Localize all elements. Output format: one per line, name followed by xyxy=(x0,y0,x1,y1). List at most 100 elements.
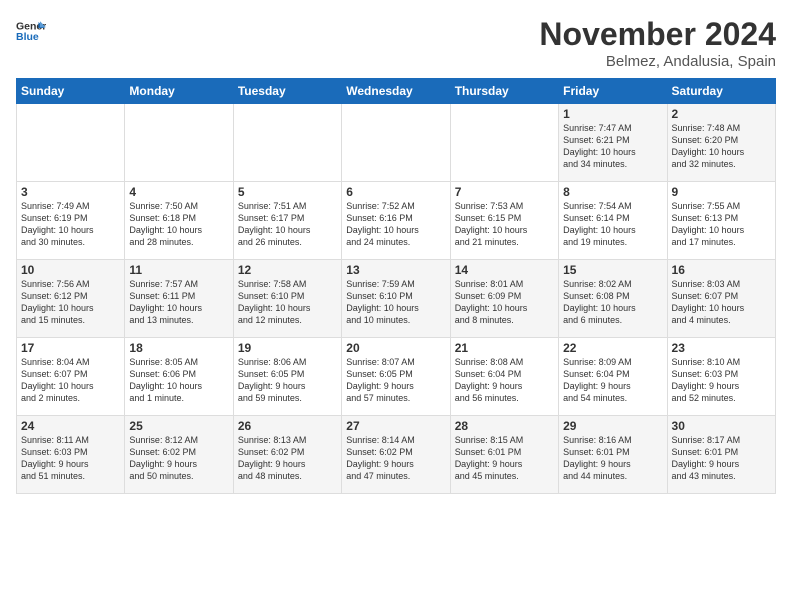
day-detail: Sunrise: 7:51 AM Sunset: 6:17 PM Dayligh… xyxy=(238,200,337,249)
calendar-cell-3-6: 15Sunrise: 8:02 AM Sunset: 6:08 PM Dayli… xyxy=(559,260,667,338)
day-detail: Sunrise: 8:09 AM Sunset: 6:04 PM Dayligh… xyxy=(563,356,662,405)
col-saturday: Saturday xyxy=(667,79,775,104)
calendar-cell-4-6: 22Sunrise: 8:09 AM Sunset: 6:04 PM Dayli… xyxy=(559,338,667,416)
calendar-cell-1-4 xyxy=(342,104,450,182)
day-number: 13 xyxy=(346,263,445,277)
day-number: 11 xyxy=(129,263,228,277)
calendar-cell-1-2 xyxy=(125,104,233,182)
day-number: 22 xyxy=(563,341,662,355)
calendar-table: Sunday Monday Tuesday Wednesday Thursday… xyxy=(16,78,776,494)
calendar-cell-1-6: 1Sunrise: 7:47 AM Sunset: 6:21 PM Daylig… xyxy=(559,104,667,182)
day-detail: Sunrise: 8:15 AM Sunset: 6:01 PM Dayligh… xyxy=(455,434,554,483)
calendar-cell-2-7: 9Sunrise: 7:55 AM Sunset: 6:13 PM Daylig… xyxy=(667,182,775,260)
calendar-cell-5-5: 28Sunrise: 8:15 AM Sunset: 6:01 PM Dayli… xyxy=(450,416,558,494)
calendar-cell-4-5: 21Sunrise: 8:08 AM Sunset: 6:04 PM Dayli… xyxy=(450,338,558,416)
day-number: 1 xyxy=(563,107,662,121)
calendar-week-3: 10Sunrise: 7:56 AM Sunset: 6:12 PM Dayli… xyxy=(17,260,776,338)
day-detail: Sunrise: 7:57 AM Sunset: 6:11 PM Dayligh… xyxy=(129,278,228,327)
day-number: 27 xyxy=(346,419,445,433)
calendar-cell-3-1: 10Sunrise: 7:56 AM Sunset: 6:12 PM Dayli… xyxy=(17,260,125,338)
calendar-cell-2-1: 3Sunrise: 7:49 AM Sunset: 6:19 PM Daylig… xyxy=(17,182,125,260)
svg-text:Blue: Blue xyxy=(16,31,39,43)
calendar-cell-3-7: 16Sunrise: 8:03 AM Sunset: 6:07 PM Dayli… xyxy=(667,260,775,338)
day-detail: Sunrise: 8:11 AM Sunset: 6:03 PM Dayligh… xyxy=(21,434,120,483)
day-detail: Sunrise: 8:16 AM Sunset: 6:01 PM Dayligh… xyxy=(563,434,662,483)
day-detail: Sunrise: 8:10 AM Sunset: 6:03 PM Dayligh… xyxy=(672,356,771,405)
day-number: 24 xyxy=(21,419,120,433)
day-number: 29 xyxy=(563,419,662,433)
day-detail: Sunrise: 7:55 AM Sunset: 6:13 PM Dayligh… xyxy=(672,200,771,249)
calendar-cell-2-2: 4Sunrise: 7:50 AM Sunset: 6:18 PM Daylig… xyxy=(125,182,233,260)
calendar-cell-2-3: 5Sunrise: 7:51 AM Sunset: 6:17 PM Daylig… xyxy=(233,182,341,260)
calendar-cell-4-2: 18Sunrise: 8:05 AM Sunset: 6:06 PM Dayli… xyxy=(125,338,233,416)
calendar-cell-4-3: 19Sunrise: 8:06 AM Sunset: 6:05 PM Dayli… xyxy=(233,338,341,416)
day-detail: Sunrise: 7:52 AM Sunset: 6:16 PM Dayligh… xyxy=(346,200,445,249)
day-detail: Sunrise: 7:48 AM Sunset: 6:20 PM Dayligh… xyxy=(672,122,771,171)
calendar-cell-5-1: 24Sunrise: 8:11 AM Sunset: 6:03 PM Dayli… xyxy=(17,416,125,494)
calendar-cell-2-4: 6Sunrise: 7:52 AM Sunset: 6:16 PM Daylig… xyxy=(342,182,450,260)
day-detail: Sunrise: 8:05 AM Sunset: 6:06 PM Dayligh… xyxy=(129,356,228,405)
day-number: 4 xyxy=(129,185,228,199)
calendar-cell-5-2: 25Sunrise: 8:12 AM Sunset: 6:02 PM Dayli… xyxy=(125,416,233,494)
calendar-cell-1-5 xyxy=(450,104,558,182)
col-friday: Friday xyxy=(559,79,667,104)
day-number: 18 xyxy=(129,341,228,355)
calendar-cell-2-6: 8Sunrise: 7:54 AM Sunset: 6:14 PM Daylig… xyxy=(559,182,667,260)
calendar-cell-4-4: 20Sunrise: 8:07 AM Sunset: 6:05 PM Dayli… xyxy=(342,338,450,416)
calendar-cell-4-1: 17Sunrise: 8:04 AM Sunset: 6:07 PM Dayli… xyxy=(17,338,125,416)
day-detail: Sunrise: 7:58 AM Sunset: 6:10 PM Dayligh… xyxy=(238,278,337,327)
col-wednesday: Wednesday xyxy=(342,79,450,104)
header: General Blue November 2024 Belmez, Andal… xyxy=(16,16,776,70)
calendar-week-2: 3Sunrise: 7:49 AM Sunset: 6:19 PM Daylig… xyxy=(17,182,776,260)
calendar-cell-3-3: 12Sunrise: 7:58 AM Sunset: 6:10 PM Dayli… xyxy=(233,260,341,338)
logo-icon: General Blue xyxy=(16,16,46,46)
day-detail: Sunrise: 7:49 AM Sunset: 6:19 PM Dayligh… xyxy=(21,200,120,249)
title-block: November 2024 Belmez, Andalusia, Spain xyxy=(539,16,776,70)
day-number: 26 xyxy=(238,419,337,433)
col-monday: Monday xyxy=(125,79,233,104)
day-detail: Sunrise: 8:06 AM Sunset: 6:05 PM Dayligh… xyxy=(238,356,337,405)
day-number: 6 xyxy=(346,185,445,199)
calendar-week-4: 17Sunrise: 8:04 AM Sunset: 6:07 PM Dayli… xyxy=(17,338,776,416)
day-number: 15 xyxy=(563,263,662,277)
calendar-cell-4-7: 23Sunrise: 8:10 AM Sunset: 6:03 PM Dayli… xyxy=(667,338,775,416)
day-detail: Sunrise: 8:04 AM Sunset: 6:07 PM Dayligh… xyxy=(21,356,120,405)
calendar-cell-2-5: 7Sunrise: 7:53 AM Sunset: 6:15 PM Daylig… xyxy=(450,182,558,260)
calendar-cell-5-4: 27Sunrise: 8:14 AM Sunset: 6:02 PM Dayli… xyxy=(342,416,450,494)
header-row: Sunday Monday Tuesday Wednesday Thursday… xyxy=(17,79,776,104)
page-container: General Blue November 2024 Belmez, Andal… xyxy=(0,0,792,502)
day-detail: Sunrise: 7:59 AM Sunset: 6:10 PM Dayligh… xyxy=(346,278,445,327)
day-number: 20 xyxy=(346,341,445,355)
calendar-cell-5-3: 26Sunrise: 8:13 AM Sunset: 6:02 PM Dayli… xyxy=(233,416,341,494)
calendar-cell-5-6: 29Sunrise: 8:16 AM Sunset: 6:01 PM Dayli… xyxy=(559,416,667,494)
month-title: November 2024 xyxy=(539,16,776,53)
day-detail: Sunrise: 8:02 AM Sunset: 6:08 PM Dayligh… xyxy=(563,278,662,327)
day-detail: Sunrise: 7:54 AM Sunset: 6:14 PM Dayligh… xyxy=(563,200,662,249)
day-detail: Sunrise: 8:03 AM Sunset: 6:07 PM Dayligh… xyxy=(672,278,771,327)
col-tuesday: Tuesday xyxy=(233,79,341,104)
day-detail: Sunrise: 8:14 AM Sunset: 6:02 PM Dayligh… xyxy=(346,434,445,483)
col-thursday: Thursday xyxy=(450,79,558,104)
calendar-cell-3-4: 13Sunrise: 7:59 AM Sunset: 6:10 PM Dayli… xyxy=(342,260,450,338)
col-sunday: Sunday xyxy=(17,79,125,104)
calendar-cell-1-3 xyxy=(233,104,341,182)
day-number: 21 xyxy=(455,341,554,355)
day-number: 30 xyxy=(672,419,771,433)
day-detail: Sunrise: 7:47 AM Sunset: 6:21 PM Dayligh… xyxy=(563,122,662,171)
day-detail: Sunrise: 7:56 AM Sunset: 6:12 PM Dayligh… xyxy=(21,278,120,327)
day-detail: Sunrise: 7:50 AM Sunset: 6:18 PM Dayligh… xyxy=(129,200,228,249)
calendar-cell-3-5: 14Sunrise: 8:01 AM Sunset: 6:09 PM Dayli… xyxy=(450,260,558,338)
day-number: 17 xyxy=(21,341,120,355)
day-number: 5 xyxy=(238,185,337,199)
day-number: 16 xyxy=(672,263,771,277)
calendar-cell-1-1 xyxy=(17,104,125,182)
calendar-week-1: 1Sunrise: 7:47 AM Sunset: 6:21 PM Daylig… xyxy=(17,104,776,182)
day-detail: Sunrise: 7:53 AM Sunset: 6:15 PM Dayligh… xyxy=(455,200,554,249)
logo: General Blue xyxy=(16,16,46,46)
day-number: 23 xyxy=(672,341,771,355)
day-number: 10 xyxy=(21,263,120,277)
day-number: 12 xyxy=(238,263,337,277)
day-detail: Sunrise: 8:12 AM Sunset: 6:02 PM Dayligh… xyxy=(129,434,228,483)
day-detail: Sunrise: 8:13 AM Sunset: 6:02 PM Dayligh… xyxy=(238,434,337,483)
day-number: 28 xyxy=(455,419,554,433)
